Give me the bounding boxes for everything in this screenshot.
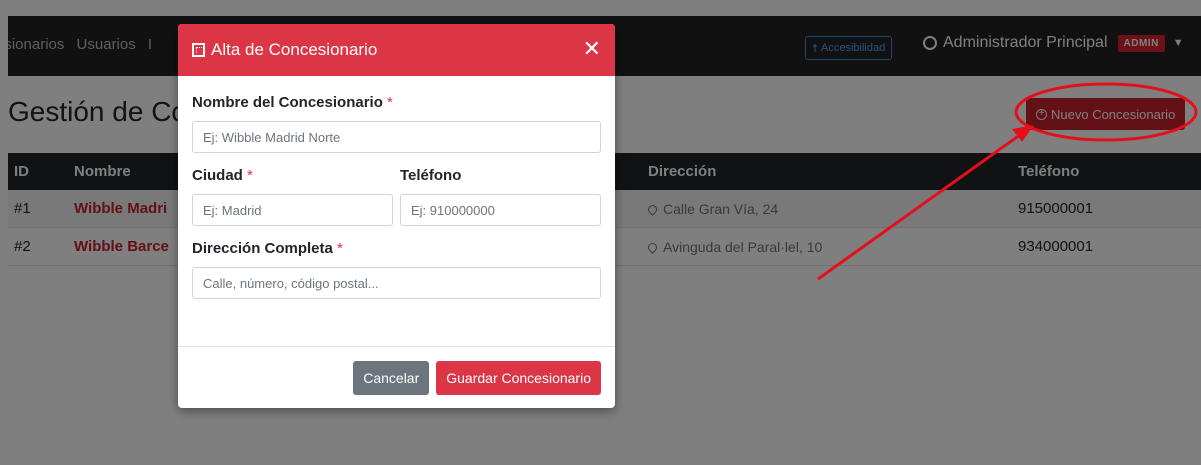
- modal-title: Alta de Concesionario: [211, 40, 378, 59]
- city-field-group: Ciudad *: [192, 167, 393, 226]
- modal-body: Nombre del Concesionario * Ciudad * Telé…: [178, 76, 615, 299]
- name-field-group: Nombre del Concesionario *: [192, 94, 601, 153]
- required-mark: *: [337, 240, 343, 257]
- close-icon[interactable]: ✕: [583, 38, 601, 60]
- new-dealership-modal: Alta de Concesionario ✕ Nombre del Conce…: [178, 24, 615, 408]
- phone-label: Teléfono: [400, 167, 462, 184]
- city-label: Ciudad *: [192, 167, 393, 184]
- address-input[interactable]: [192, 267, 601, 299]
- modal-footer: Cancelar Guardar Concesionario: [178, 346, 615, 408]
- address-field-group: Dirección Completa *: [192, 240, 601, 299]
- name-label: Nombre del Concesionario *: [192, 94, 601, 111]
- city-input[interactable]: [192, 194, 393, 226]
- address-label-text: Dirección Completa: [192, 240, 333, 257]
- building-icon: [192, 43, 205, 57]
- name-label-text: Nombre del Concesionario: [192, 94, 383, 111]
- save-dealership-button[interactable]: Guardar Concesionario: [436, 360, 601, 395]
- city-phone-row: Ciudad * Teléfono: [192, 167, 601, 226]
- city-label-text: Ciudad: [192, 167, 243, 184]
- cancel-button[interactable]: Cancelar: [353, 360, 430, 395]
- required-mark: *: [247, 167, 253, 184]
- phone-input[interactable]: [400, 194, 601, 226]
- address-label: Dirección Completa *: [192, 240, 601, 257]
- modal-header: Alta de Concesionario ✕: [178, 24, 615, 76]
- required-mark: *: [387, 94, 393, 111]
- dealership-name-input[interactable]: [192, 121, 601, 153]
- phone-field-group: Teléfono: [400, 167, 601, 226]
